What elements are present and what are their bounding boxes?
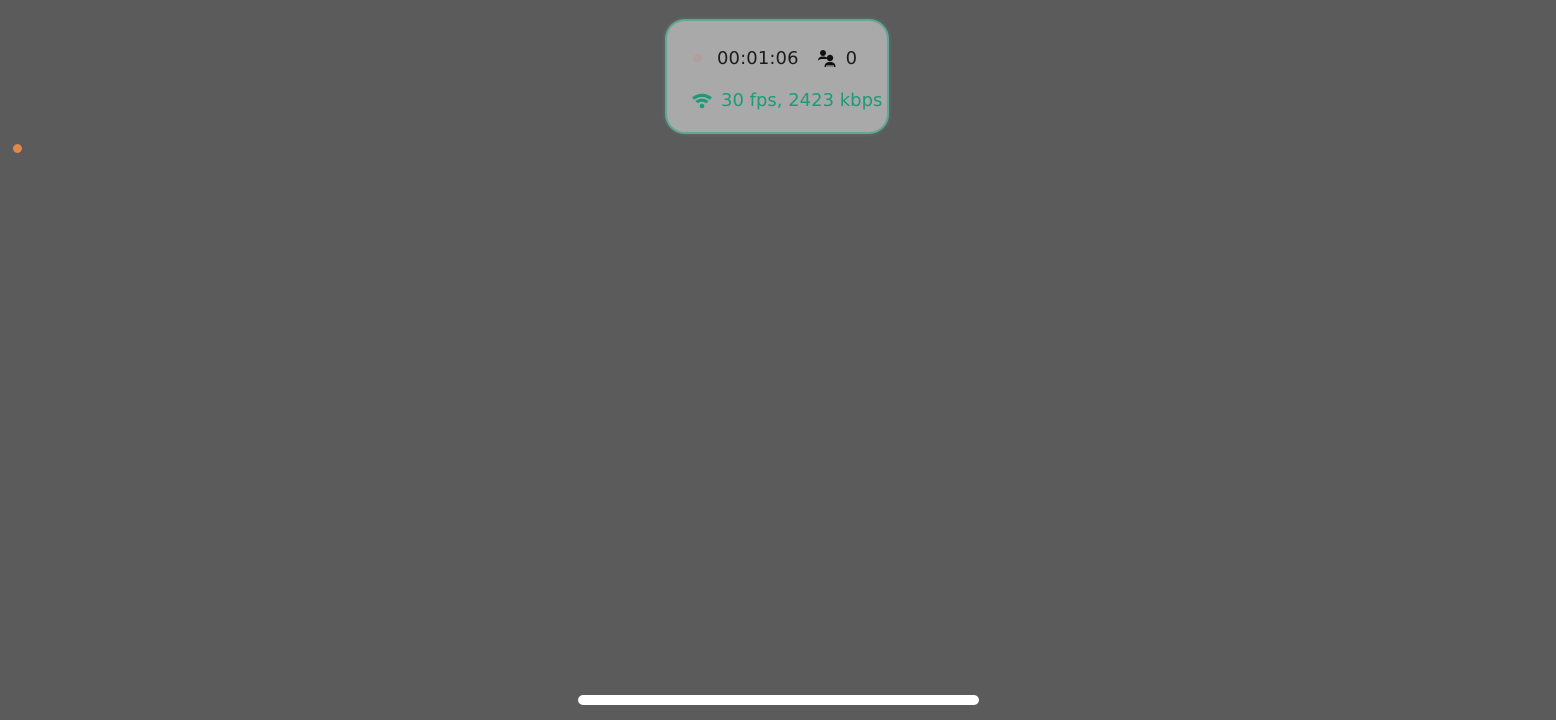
stream-status-bottom-row: 30 fps, 2423 kbps [691,87,882,113]
stream-stats: 30 fps, 2423 kbps [721,89,883,111]
stream-timer: 00:01:06 [717,47,799,69]
status-indicator-dot [13,144,22,153]
viewers-count: 0 [845,47,858,69]
stream-status-card[interactable]: 00:01:06 0 30 fps, 2423 kbps [665,19,889,134]
stream-status-top-row: 00:01:06 0 [693,45,857,71]
home-indicator[interactable] [578,695,979,705]
viewers-icon [817,48,837,68]
wifi-icon [691,91,713,109]
screen: 00:01:06 0 30 fps, 2423 kbps [0,0,1556,720]
recording-dot-icon [693,53,702,63]
